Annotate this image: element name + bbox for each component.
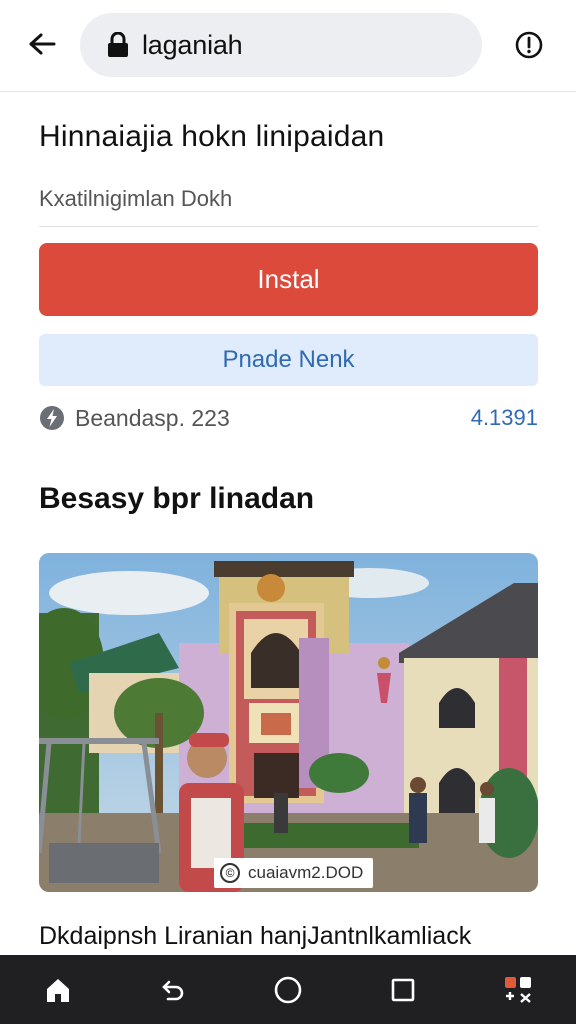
divider <box>39 226 538 227</box>
page-title: Hinnaiajia hokn linipaidan <box>39 120 385 153</box>
app-details: Hinnaiajia hokn linipaidan Kxatilnigimla… <box>39 92 538 516</box>
bolt-badge-icon <box>40 406 64 430</box>
secondary-button[interactable]: Pnade Nenk <box>39 334 538 386</box>
info-circle-icon[interactable] <box>512 28 546 62</box>
address-bar[interactable]: laganiah <box>80 13 482 77</box>
recents-icon[interactable] <box>383 970 423 1010</box>
status-text: Beandasp. 223 <box>75 404 230 431</box>
browser-toolbar: laganiah <box>0 0 576 92</box>
back-nav-icon[interactable] <box>153 970 193 1010</box>
url-text: laganiah <box>142 29 243 60</box>
install-button[interactable]: Instal <box>39 243 538 316</box>
circle-home-icon[interactable] <box>268 970 308 1010</box>
article-text[interactable]: Dkdaipnsh Liranian hanjJantnlkamliack <box>39 922 471 951</box>
home-icon[interactable] <box>38 970 78 1010</box>
copyright-icon: © <box>220 863 240 883</box>
lock-icon <box>108 32 128 57</box>
status-row: Beandasp. 223 4.1391 <box>39 402 538 434</box>
photo-caption: © cuaiavm2.DOD <box>214 858 374 888</box>
page-subtitle: Kxatilnigimlan Dokh <box>39 186 233 211</box>
system-navbar <box>0 955 576 1024</box>
apps-icon[interactable] <box>498 970 538 1010</box>
back-arrow-icon[interactable] <box>24 26 60 62</box>
featured-photo[interactable]: © cuaiavm2.DOD <box>39 553 538 892</box>
photo-caption-text: cuaiavm2.DOD <box>248 863 364 882</box>
status-number[interactable]: 4.1391 <box>471 405 538 431</box>
section-heading: Besasy bpr linadan <box>39 482 315 515</box>
